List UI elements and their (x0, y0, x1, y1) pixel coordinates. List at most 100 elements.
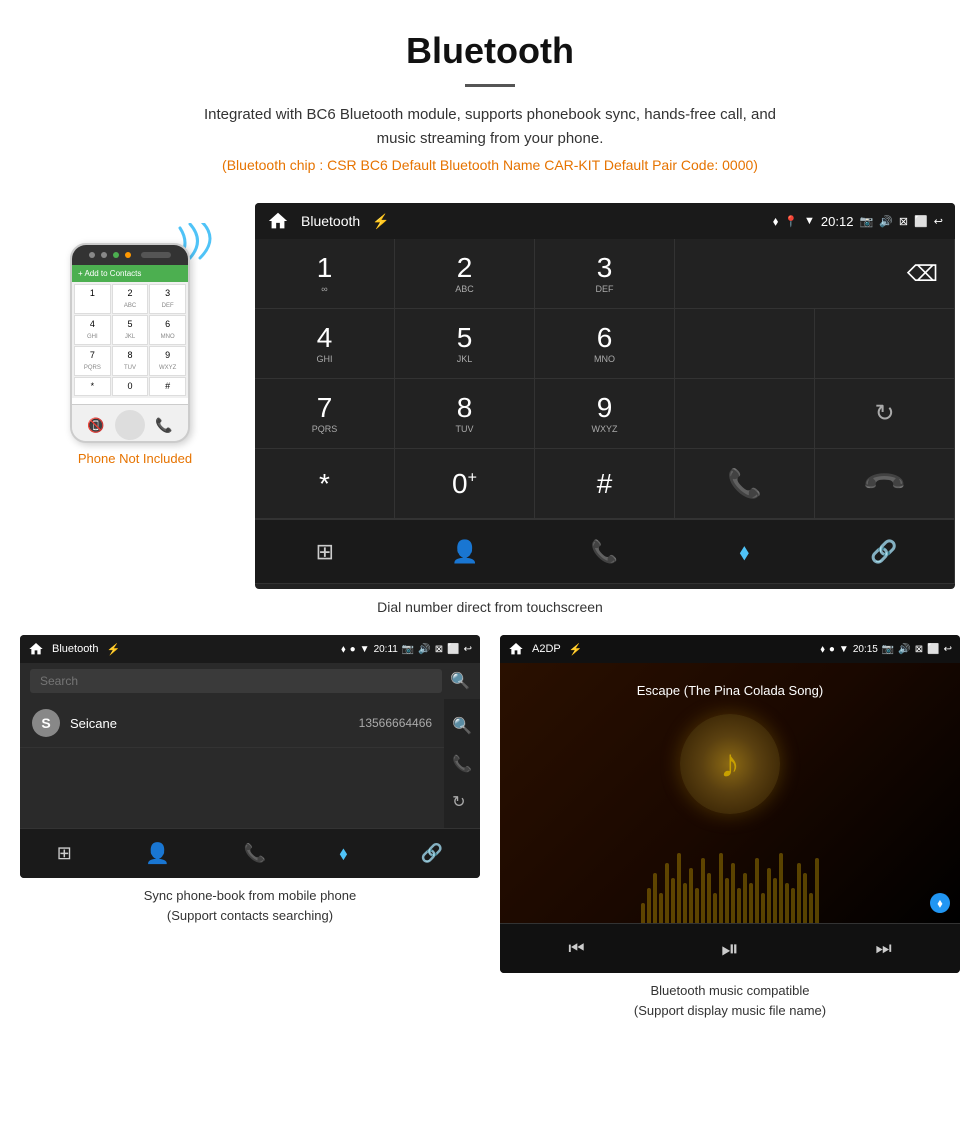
eq-bar (737, 888, 741, 923)
pb-search-bar: 🔍 (20, 663, 480, 699)
eq-bar (731, 863, 735, 923)
music-loc-icon: ● (829, 644, 835, 655)
pb-title: Bluetooth (52, 643, 98, 655)
camera-icon: 📷 (859, 215, 873, 228)
phonebook-screen: Bluetooth ⚡ ⬧ ● ▼ 20:11 📷 🔊 ⊠ ⬜ ↩ (20, 635, 480, 878)
dial-key-1[interactable]: 1 ∞ (255, 239, 395, 309)
dial-key-0[interactable]: 0+ (395, 449, 535, 519)
dial-key-7[interactable]: 7 PQRS (255, 379, 395, 449)
phone-key-8: 8TUV (112, 346, 149, 376)
dial-key-4[interactable]: 4 GHI (255, 309, 395, 379)
eq-bar (803, 873, 807, 923)
eq-bar (761, 893, 765, 923)
status-bar-right: ⬧ 📍 ▼ 20:12 📷 🔊 ⊠ ⬜ ↩ (773, 214, 943, 229)
dial-call-green-cell[interactable]: 📞 (675, 449, 815, 519)
dial-empty-2-5 (815, 309, 955, 379)
music-title: A2DP (532, 643, 561, 655)
pb-nav-contacts[interactable]: 👤 (145, 841, 170, 866)
bluetooth-status-icon: ⬧ (773, 214, 778, 229)
car-status-bar: Bluetooth ⚡ ⬧ 📍 ▼ 20:12 📷 🔊 ⊠ ⬜ ↩ (255, 203, 955, 239)
pb-side-refresh-icon[interactable]: ↻ (452, 792, 472, 812)
eq-bar (647, 888, 651, 923)
volume-icon: 🔊 (879, 215, 893, 228)
eq-bar (743, 873, 747, 923)
eq-bar (665, 863, 669, 923)
eq-bar (791, 888, 795, 923)
screen-icon: ⬜ (914, 215, 928, 228)
pb-home-icon (28, 641, 44, 657)
pb-side-phone-icon[interactable]: 📞 (452, 754, 472, 774)
pb-vol-icon: 🔊 (418, 644, 430, 655)
header-description: Integrated with BC6 Bluetooth module, su… (190, 103, 790, 151)
dial-empty-3-4 (675, 379, 815, 449)
phone-screen-header: + Add to Contacts (72, 265, 188, 282)
pb-status-right: ⬧ ● ▼ 20:11 📷 🔊 ⊠ ⬜ ↩ (341, 644, 472, 655)
phone-key-1: 1 (74, 284, 111, 314)
dial-key-star[interactable]: * (255, 449, 395, 519)
phonebook-caption-text: Sync phone-book from mobile phone(Suppor… (144, 888, 356, 923)
music-prev-btn[interactable]: ⏮ (568, 938, 584, 959)
music-caption-text: Bluetooth music compatible(Support displ… (634, 983, 826, 1018)
music-play-pause-btn[interactable]: ⏯ (721, 936, 739, 962)
music-signal-icon: ▼ (839, 644, 849, 655)
pb-search-input[interactable] (30, 669, 442, 693)
call-end-icon: 📞 (861, 460, 909, 508)
phone-brand-bar (141, 252, 171, 258)
pb-win-icon: ⊠ (435, 644, 443, 655)
bottom-screenshots-area: Bluetooth ⚡ ⬧ ● ▼ 20:11 📷 🔊 ⊠ ⬜ ↩ (0, 635, 980, 1040)
time-display: 20:12 (821, 214, 854, 229)
pb-usb-icon: ⚡ (106, 643, 120, 656)
phone-key-6: 6MNO (149, 315, 186, 345)
pb-empty-space (20, 748, 444, 828)
dial-key-hash[interactable]: # (535, 449, 675, 519)
refresh-icon: ↻ (874, 399, 894, 428)
nav-grid-icon[interactable]: ⊞ (295, 539, 355, 565)
phone-not-included-label: Phone Not Included (78, 451, 192, 466)
eq-bar (725, 878, 729, 923)
eq-bar (695, 888, 699, 923)
eq-bar (641, 903, 645, 923)
phone-key-5: 5JKL (112, 315, 149, 345)
dial-key-8[interactable]: 8 TUV (395, 379, 535, 449)
music-next-btn[interactable]: ⏭ (875, 938, 891, 959)
phonebook-caption: Sync phone-book from mobile phone(Suppor… (144, 886, 356, 925)
dial-refresh-cell[interactable]: ↻ (815, 379, 955, 449)
eq-bar (719, 853, 723, 923)
dial-key-9[interactable]: 9 WXYZ (535, 379, 675, 449)
eq-bar (701, 858, 705, 923)
dial-key-5[interactable]: 5 JKL (395, 309, 535, 379)
eq-bar (671, 878, 675, 923)
music-back-icon: ↩ (944, 644, 952, 655)
eq-bar (797, 863, 801, 923)
phone-key-2: 2ABC (112, 284, 149, 314)
dial-key-6[interactable]: 6 MNO (535, 309, 675, 379)
nav-contacts-icon[interactable]: 👤 (435, 539, 495, 565)
music-time: 20:15 (853, 644, 878, 655)
eq-bar (755, 858, 759, 923)
pb-loc-icon: ● (350, 644, 356, 655)
nav-link-icon[interactable]: 🔗 (854, 539, 914, 565)
music-content-area: Escape (The Pina Colada Song) ♪ ⬧ (500, 663, 960, 923)
pb-nav-link[interactable]: 🔗 (421, 843, 443, 864)
backspace-button[interactable]: ⌫ (907, 261, 938, 287)
music-controls: ⏮ ⏯ ⏭ (500, 923, 960, 973)
pb-nav-phone[interactable]: 📞 (244, 843, 266, 864)
pb-status-bar: Bluetooth ⚡ ⬧ ● ▼ 20:11 📷 🔊 ⊠ ⬜ ↩ (20, 635, 480, 663)
dial-call-red-cell[interactable]: 📞 (815, 449, 955, 519)
pb-time: 20:11 (374, 644, 398, 655)
dial-key-3[interactable]: 3 DEF (535, 239, 675, 309)
pb-contact-item[interactable]: S Seicane 13566664466 (20, 699, 444, 748)
dial-key-2[interactable]: 2 ABC (395, 239, 535, 309)
pb-contact-number: 13566664466 (359, 716, 432, 730)
page-header: Bluetooth Integrated with BC6 Bluetooth … (0, 0, 980, 203)
eq-bar (785, 883, 789, 923)
pb-contact-area: S Seicane 13566664466 🔍 📞 ↻ (20, 699, 480, 828)
pb-nav-bt[interactable]: ⬧ (339, 843, 347, 864)
eq-bar (713, 893, 717, 923)
location-icon: 📍 (784, 215, 798, 228)
nav-bluetooth-icon[interactable]: ⬧ (714, 539, 774, 565)
pb-side-search-icon[interactable]: 🔍 (452, 716, 472, 736)
pb-contact-name: Seicane (70, 716, 349, 731)
nav-phone-icon[interactable]: 📞 (574, 539, 634, 565)
pb-nav-grid[interactable]: ⊞ (57, 843, 72, 864)
